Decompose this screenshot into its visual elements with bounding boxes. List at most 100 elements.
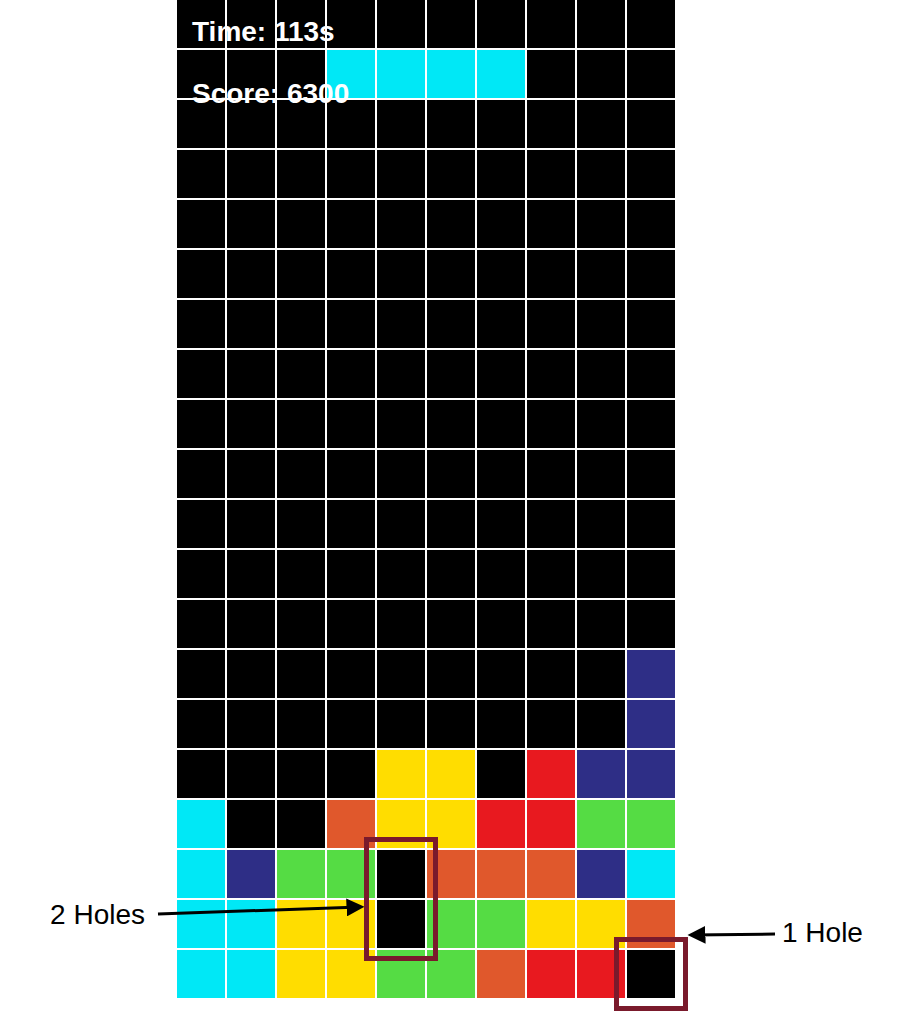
- empty-cell: [527, 600, 575, 648]
- empty-cell: [427, 350, 475, 398]
- block-cell: [527, 900, 575, 948]
- empty-cell: [577, 300, 625, 348]
- empty-cell: [227, 650, 275, 698]
- empty-cell: [277, 800, 325, 848]
- empty-cell: [427, 150, 475, 198]
- block-cell: [377, 50, 425, 98]
- empty-cell: [627, 150, 675, 198]
- empty-cell: [277, 250, 325, 298]
- block-cell: [177, 950, 225, 998]
- empty-cell: [477, 750, 525, 798]
- empty-cell: [527, 400, 575, 448]
- empty-cell: [427, 0, 475, 48]
- empty-cell: [577, 450, 625, 498]
- empty-cell: [227, 700, 275, 748]
- empty-cell: [277, 700, 325, 748]
- empty-cell: [377, 200, 425, 248]
- empty-cell: [627, 50, 675, 98]
- empty-cell: [527, 350, 575, 398]
- empty-cell: [477, 250, 525, 298]
- empty-cell: [377, 0, 425, 48]
- block-cell: [177, 900, 225, 948]
- empty-cell: [177, 200, 225, 248]
- empty-cell: [477, 350, 525, 398]
- block-cell: [527, 800, 575, 848]
- empty-cell: [577, 650, 625, 698]
- block-cell: [477, 50, 525, 98]
- empty-cell: [477, 600, 525, 648]
- empty-cell: [227, 350, 275, 398]
- empty-cell: [527, 150, 575, 198]
- block-cell: [477, 900, 525, 948]
- empty-cell: [527, 700, 575, 748]
- empty-cell: [277, 400, 325, 448]
- empty-cell: [227, 550, 275, 598]
- block-cell: [627, 800, 675, 848]
- empty-cell: [427, 400, 475, 448]
- empty-cell: [277, 200, 325, 248]
- empty-cell: [377, 900, 425, 948]
- game-board: [177, 0, 675, 998]
- block-cell: [527, 850, 575, 898]
- empty-cell: [427, 450, 475, 498]
- block-cell: [577, 750, 625, 798]
- hole-highlight: [614, 937, 688, 1011]
- empty-cell: [627, 0, 675, 48]
- empty-cell: [227, 450, 275, 498]
- empty-cell: [377, 350, 425, 398]
- empty-cell: [627, 950, 675, 998]
- empty-cell: [177, 550, 225, 598]
- empty-cell: [527, 0, 575, 48]
- empty-cell: [377, 100, 425, 148]
- empty-cell: [427, 700, 475, 748]
- arrow-icon: [158, 907, 360, 914]
- empty-cell: [477, 200, 525, 248]
- empty-cell: [277, 600, 325, 648]
- empty-cell: [327, 250, 375, 298]
- empty-cell: [627, 500, 675, 548]
- tetris-screen: Time: 113sScore: 63002 Holes1 Hole: [0, 0, 906, 1011]
- empty-cell: [227, 250, 275, 298]
- block-cell: [477, 950, 525, 998]
- empty-cell: [227, 150, 275, 198]
- block-cell: [477, 800, 525, 848]
- empty-cell: [377, 300, 425, 348]
- block-cell: [627, 850, 675, 898]
- empty-cell: [327, 500, 375, 548]
- block-cell: [627, 650, 675, 698]
- empty-cell: [177, 500, 225, 548]
- empty-cell: [527, 650, 575, 698]
- score-label: Score: 6300: [192, 78, 349, 110]
- empty-cell: [477, 400, 525, 448]
- empty-cell: [427, 300, 475, 348]
- block-cell: [427, 750, 475, 798]
- empty-cell: [177, 700, 225, 748]
- empty-cell: [627, 300, 675, 348]
- empty-cell: [577, 350, 625, 398]
- empty-cell: [477, 150, 525, 198]
- empty-cell: [627, 450, 675, 498]
- empty-cell: [577, 550, 625, 598]
- empty-cell: [427, 500, 475, 548]
- empty-cell: [577, 150, 625, 198]
- empty-cell: [327, 200, 375, 248]
- empty-cell: [627, 250, 675, 298]
- block-cell: [527, 950, 575, 998]
- empty-cell: [577, 250, 625, 298]
- empty-cell: [427, 650, 475, 698]
- empty-cell: [327, 350, 375, 398]
- empty-cell: [177, 150, 225, 198]
- empty-cell: [377, 850, 425, 898]
- empty-cell: [277, 650, 325, 698]
- empty-cell: [327, 750, 375, 798]
- empty-cell: [327, 600, 375, 648]
- empty-cell: [477, 450, 525, 498]
- empty-cell: [277, 750, 325, 798]
- empty-cell: [577, 700, 625, 748]
- empty-cell: [227, 500, 275, 548]
- empty-cell: [227, 800, 275, 848]
- empty-cell: [627, 350, 675, 398]
- empty-cell: [177, 450, 225, 498]
- empty-cell: [377, 550, 425, 598]
- empty-cell: [477, 0, 525, 48]
